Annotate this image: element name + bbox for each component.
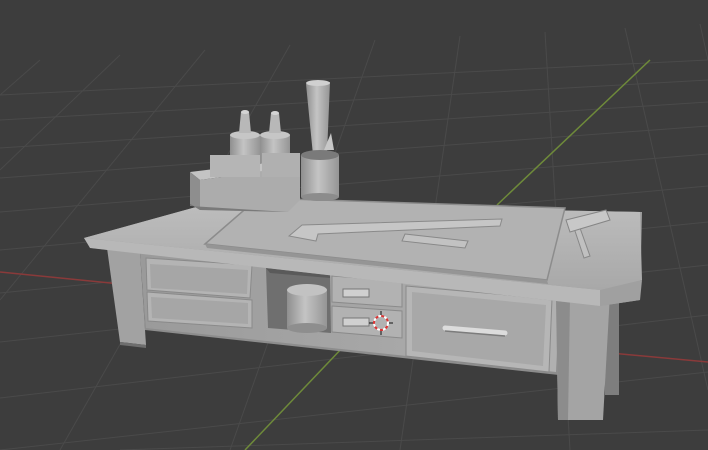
scene-canvas[interactable] bbox=[0, 0, 708, 450]
left-drawers[interactable] bbox=[145, 257, 253, 329]
3d-viewport[interactable] bbox=[0, 0, 708, 450]
canister bbox=[287, 284, 327, 333]
